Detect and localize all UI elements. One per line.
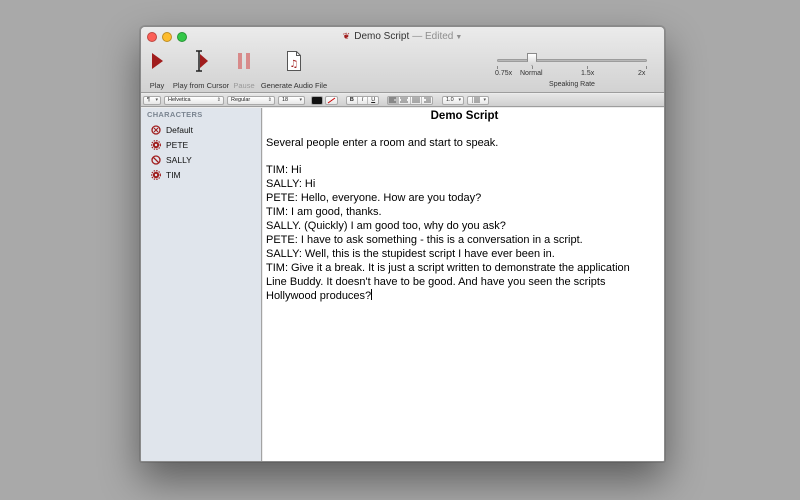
rate-label-075: 0.75x (495, 70, 513, 77)
gear-voice-icon (151, 169, 161, 180)
align-right-button[interactable] (420, 97, 432, 104)
character-item-sally[interactable]: SALLY (141, 152, 261, 167)
generate-audio-label: Generate Audio File (260, 81, 328, 90)
align-left-icon (389, 97, 396, 103)
character-name: PETE (166, 139, 189, 150)
align-center-icon (400, 97, 409, 103)
gear-voice-icon (151, 139, 161, 150)
script-line: SALLY. (Quickly) I am good too, why do y… (266, 220, 506, 232)
speaking-rate-slider[interactable] (497, 59, 647, 62)
script-line: SALLY: Well, this is the stupidest scrip… (266, 248, 555, 260)
paragraph-style-menu[interactable]: ¶ ▾ (143, 96, 161, 105)
window-toolbar: ❦ Demo Script — Edited ▼ Play Play from Cur… (141, 27, 664, 93)
chevron-down-icon: ▾ (299, 97, 302, 103)
script-line: PETE: Hello, everyone. How are you today… (266, 192, 482, 204)
paragraph-style-label: ¶ (147, 97, 150, 103)
chevron-updown-icon: ⇕ (216, 97, 221, 103)
play-button[interactable]: Play (146, 49, 168, 90)
font-size-field[interactable]: 18 ▾ (278, 96, 305, 105)
rate-tick (587, 66, 588, 69)
line-spacing-value: 1.0 (446, 97, 454, 103)
document-icon: ❦ (342, 31, 351, 41)
script-line: TIM: I am good, thanks. (266, 206, 382, 218)
rate-label-normal: Normal (520, 70, 543, 77)
rate-label-2: 2x (638, 70, 646, 77)
align-justify-icon (411, 97, 420, 103)
font-size-value: 18 (282, 97, 289, 103)
script-line: PETE: I have to ask something - this is … (266, 234, 583, 246)
align-left-button[interactable] (388, 97, 399, 104)
font-family-select[interactable]: Helvetica ⇕ (164, 96, 224, 105)
script-line-text: Hollywood produces? (266, 290, 372, 302)
rate-label-15: 1.5x (581, 70, 595, 77)
bold-button[interactable]: B (347, 97, 357, 104)
font-family-value: Helvetica (168, 97, 191, 103)
script-line: TIM: Give it a break. It is just a scrip… (266, 262, 630, 274)
rate-tick (497, 66, 498, 69)
script-line: SALLY: Hi (266, 178, 316, 190)
align-right-icon (423, 97, 431, 103)
align-justify-button[interactable] (409, 97, 421, 104)
speaking-rate-caption: Speaking Rate (549, 81, 595, 88)
list-style-select[interactable]: ▾ (467, 96, 489, 105)
play-from-cursor-label: Play from Cursor (172, 81, 230, 90)
rate-tick (646, 66, 647, 69)
highlight-pen-icon (327, 97, 336, 104)
script-editor[interactable]: Demo Script Several people enter a room … (263, 108, 664, 461)
align-center-button[interactable] (398, 97, 409, 104)
chevron-down-icon: ▾ (483, 97, 486, 103)
pause-icon (238, 53, 250, 69)
chevron-down-icon: ▼ (455, 34, 463, 41)
font-style-select[interactable]: Regular ⇕ (227, 96, 275, 105)
window-title-text: Demo Script (354, 31, 410, 42)
play-from-cursor-button[interactable]: Play from Cursor (171, 49, 231, 90)
play-icon (152, 53, 163, 69)
script-line-last: Hollywood produces? (266, 289, 663, 303)
speaking-rate-knob[interactable] (527, 53, 537, 66)
format-bar: ¶ ▾ Helvetica ⇕ Regular ⇕ 18 ▾ B I U 1.0 ▾ ▾ (141, 94, 664, 107)
character-name: SALLY (166, 154, 192, 165)
list-icon (472, 97, 480, 103)
app-window: ❦ Demo Script — Edited ▼ Play Play from Cur… (140, 26, 665, 462)
script-lines: TIM: Hi SALLY: Hi PETE: Hello, everyone.… (266, 163, 663, 303)
audio-file-icon: ♫ (287, 51, 301, 71)
character-item-default[interactable]: Default (141, 122, 261, 137)
underline-button[interactable]: U (367, 97, 378, 104)
script-line: TIM: Hi (266, 164, 302, 176)
line-spacing-select[interactable]: 1.0 ▾ (442, 96, 464, 105)
italic-button[interactable]: I (356, 97, 368, 104)
characters-sidebar: CHARACTERS Default PETE SALLY TIM (141, 108, 262, 461)
chevron-updown-icon: ⇕ (267, 97, 272, 103)
pause-button[interactable]: Pause (233, 49, 255, 90)
character-item-tim[interactable]: TIM (141, 167, 261, 182)
document-intro: Several people enter a room and start to… (266, 137, 499, 149)
speaking-rate-control: 0.75x Normal 1.5x 2x Speaking Rate (495, 53, 651, 93)
window-title[interactable]: ❦ Demo Script — Edited ▼ (141, 29, 664, 43)
highlight-color-well[interactable] (325, 96, 338, 105)
svg-text:♫: ♫ (290, 59, 299, 70)
characters-header: CHARACTERS (147, 110, 203, 119)
generate-audio-button[interactable]: ♫ Generate Audio File (259, 49, 329, 90)
play-from-cursor-icon (196, 50, 208, 72)
text-cursor (371, 289, 373, 300)
alignment-group (387, 96, 433, 105)
play-label: Play (149, 81, 165, 90)
script-line: Line Buddy. It doesn't have to be good. … (266, 276, 606, 288)
character-name: TIM (166, 169, 181, 180)
character-name: Default (166, 124, 193, 135)
default-voice-icon (151, 124, 161, 135)
text-color-well[interactable] (311, 96, 323, 105)
edited-status: — Edited (412, 31, 454, 42)
document-title: Demo Script (430, 110, 499, 122)
font-style-value: Regular (231, 97, 251, 103)
chevron-down-icon: ▾ (155, 97, 158, 103)
chevron-down-icon: ▾ (458, 97, 461, 103)
pause-label: Pause (233, 81, 255, 90)
text-style-group: B I U (346, 96, 379, 105)
muted-voice-icon (151, 154, 161, 165)
rate-tick (532, 66, 533, 69)
character-item-pete[interactable]: PETE (141, 137, 261, 152)
